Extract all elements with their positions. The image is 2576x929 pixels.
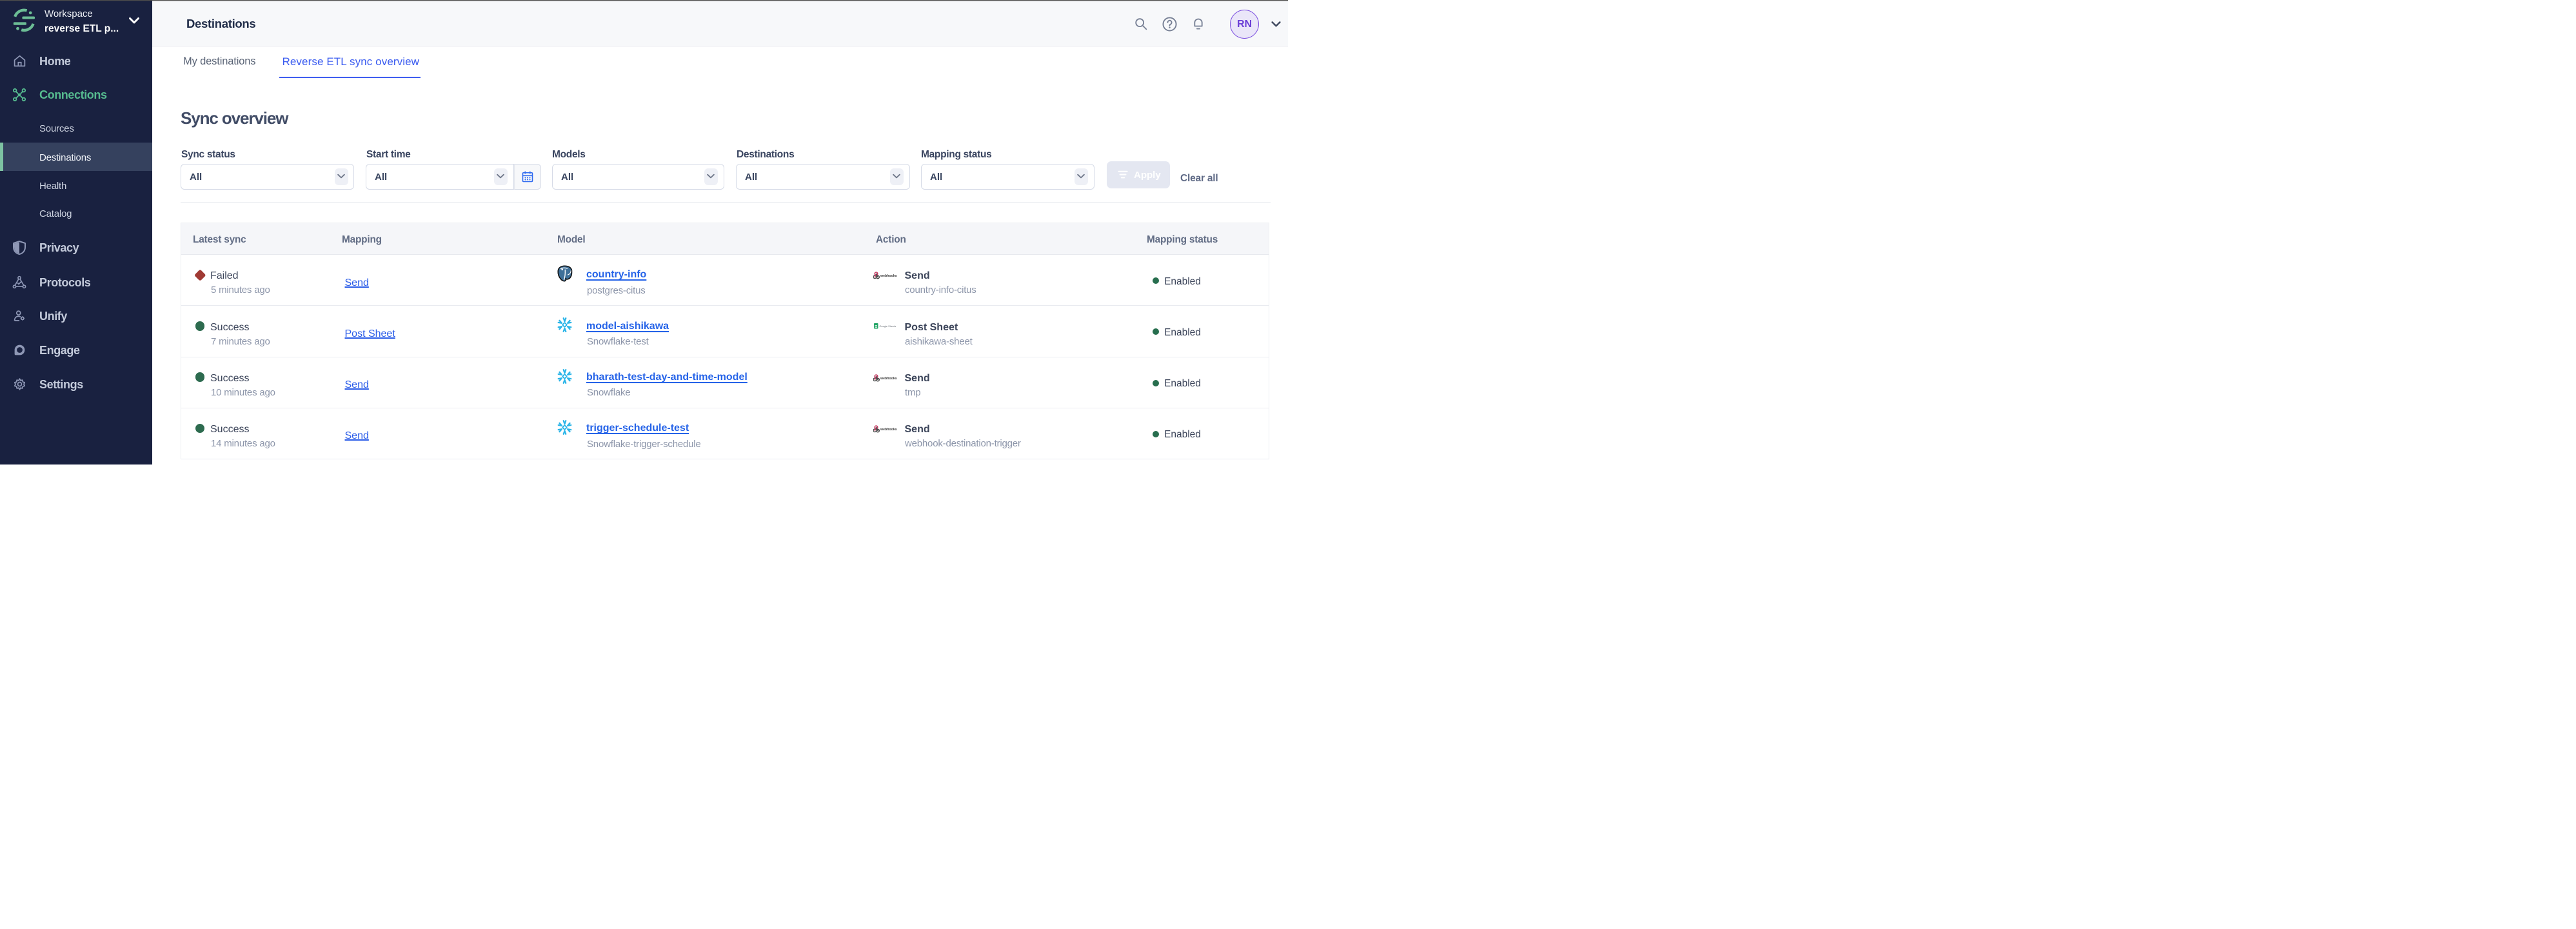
svg-text:webhooks: webhooks [880, 428, 897, 432]
svg-text:webhooks: webhooks [880, 377, 897, 381]
svg-text:webhooks: webhooks [880, 274, 897, 278]
svg-text:Google Sheets: Google Sheets [879, 325, 896, 328]
